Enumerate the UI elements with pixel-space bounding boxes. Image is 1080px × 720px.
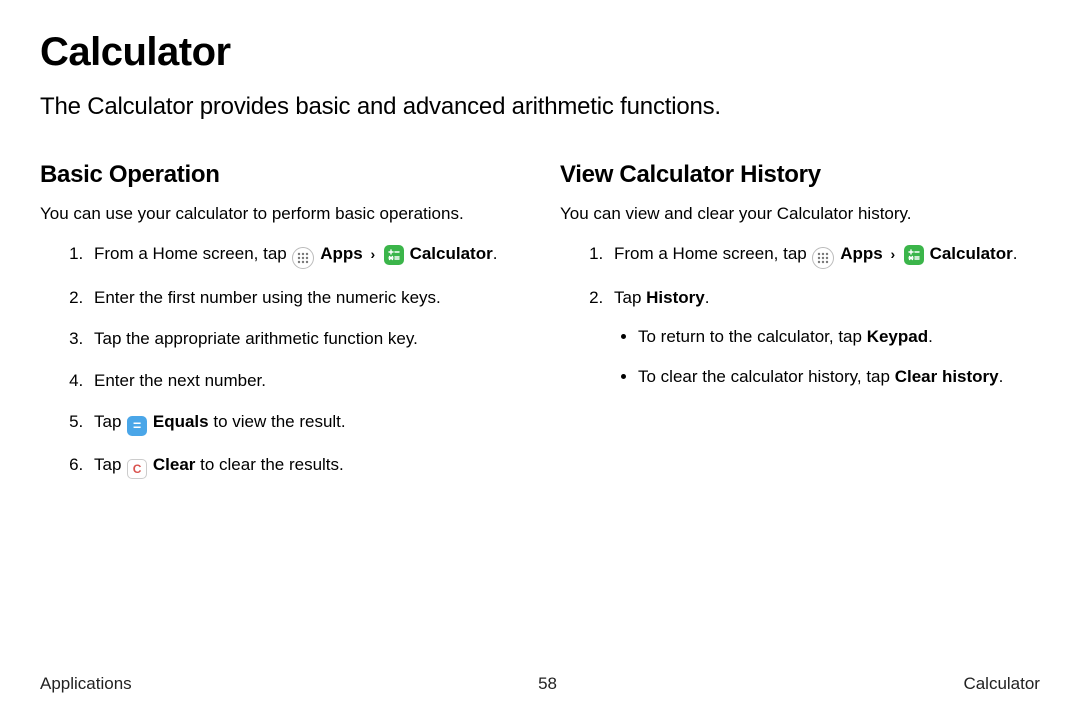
content-columns: Basic Operation You can use your calcula… <box>40 161 1040 495</box>
step-text: From a Home screen, tap <box>94 244 291 263</box>
bullet-text: To clear the calculator history, tap <box>638 367 895 386</box>
keypad-label: Keypad <box>867 327 928 346</box>
calculator-icon <box>384 245 404 265</box>
apps-icon <box>292 247 314 269</box>
step-6: Tap C Clear to clear the results. <box>88 452 520 479</box>
step-text: From a Home screen, tap <box>614 244 811 263</box>
page-title: Calculator <box>40 30 1040 75</box>
step-end: . <box>1013 244 1018 263</box>
step-text: Tap <box>614 288 646 307</box>
step-2: Enter the first number using the numeric… <box>88 285 520 311</box>
step-5: Tap = Equals to view the result. <box>88 409 520 436</box>
clear-history-label: Clear history <box>895 367 999 386</box>
step-text: Tap <box>94 455 126 474</box>
equals-label: Equals <box>153 412 209 431</box>
bullet-keypad: To return to the calculator, tap Keypad. <box>638 324 1040 350</box>
step-4: Enter the next number. <box>88 368 520 394</box>
view-history-heading: View Calculator History <box>560 161 1040 189</box>
chevron-right-icon: › <box>370 244 375 265</box>
left-column: Basic Operation You can use your calcula… <box>40 161 520 495</box>
clear-label: Clear <box>153 455 196 474</box>
clear-icon: C <box>127 459 147 479</box>
step-end: . <box>493 244 498 263</box>
step-3: Tap the appropriate arithmetic function … <box>88 326 520 352</box>
apps-label: Apps <box>840 244 883 263</box>
calculator-icon <box>904 245 924 265</box>
footer-right: Calculator <box>963 674 1040 694</box>
basic-operation-steps: From a Home screen, tap Apps › Calculato… <box>40 241 520 479</box>
right-column: View Calculator History You can view and… <box>560 161 1040 495</box>
apps-icon <box>812 247 834 269</box>
basic-operation-desc: You can use your calculator to perform b… <box>40 201 520 227</box>
footer-left: Applications <box>40 674 132 694</box>
step-text-b: to view the result. <box>209 412 346 431</box>
step-1: From a Home screen, tap Apps › Calculato… <box>88 241 520 269</box>
apps-label: Apps <box>320 244 363 263</box>
step-text-b: . <box>705 288 710 307</box>
step-1: From a Home screen, tap Apps › Calculato… <box>608 241 1040 269</box>
sub-bullets: To return to the calculator, tap Keypad.… <box>614 324 1040 389</box>
calculator-label: Calculator <box>410 244 493 263</box>
bullet-clear-history: To clear the calculator history, tap Cle… <box>638 364 1040 390</box>
bullet-text: To return to the calculator, tap <box>638 327 867 346</box>
page-footer: Applications 58 Calculator <box>40 674 1040 694</box>
step-text: Tap <box>94 412 126 431</box>
view-history-desc: You can view and clear your Calculator h… <box>560 201 1040 227</box>
history-label: History <box>646 288 705 307</box>
step-2: Tap History. To return to the calculator… <box>608 285 1040 390</box>
footer-page-number: 58 <box>538 674 557 694</box>
step-text-b: to clear the results. <box>195 455 343 474</box>
chevron-right-icon: › <box>890 244 895 265</box>
equals-icon: = <box>127 416 147 436</box>
bullet-text-b: . <box>928 327 933 346</box>
bullet-text-b: . <box>999 367 1004 386</box>
calculator-label: Calculator <box>930 244 1013 263</box>
view-history-steps: From a Home screen, tap Apps › Calculato… <box>560 241 1040 390</box>
page-intro: The Calculator provides basic and advanc… <box>40 93 1040 121</box>
basic-operation-heading: Basic Operation <box>40 161 520 189</box>
